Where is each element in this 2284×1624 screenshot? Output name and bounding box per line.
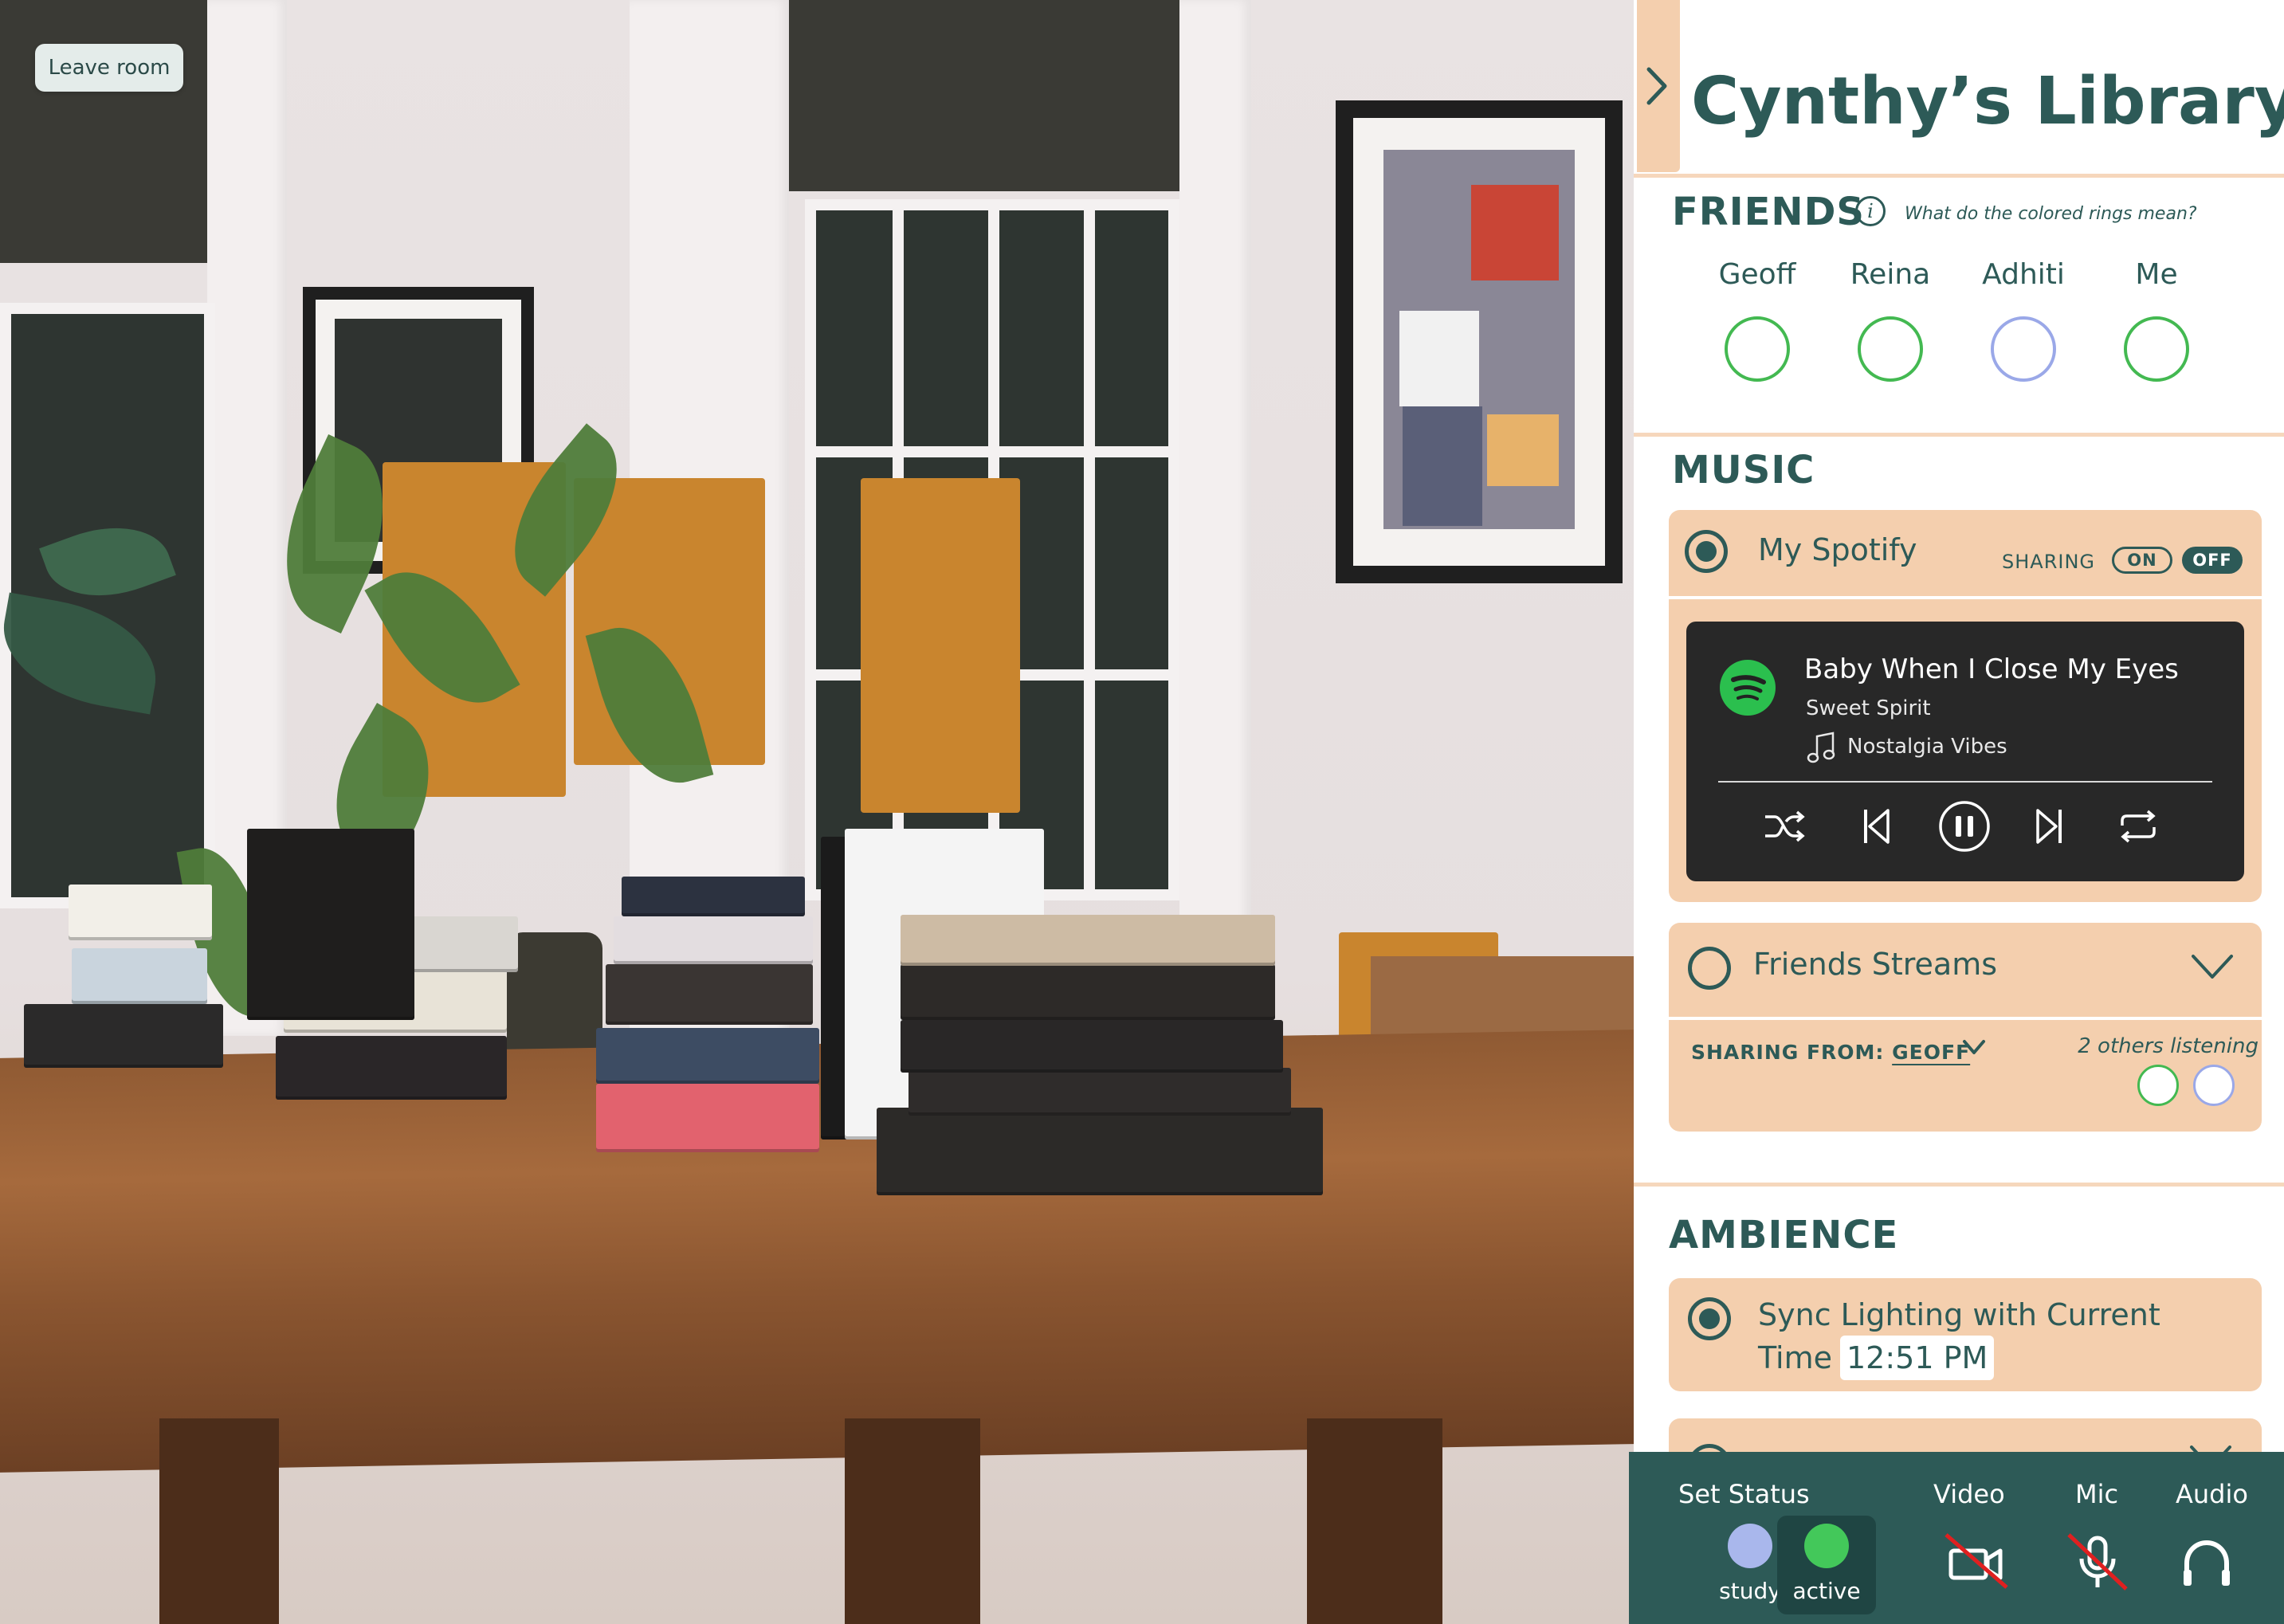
spotify-player: Baby When I Close My Eyes Sweet Spirit N… [1686,622,2244,881]
player-divider [1718,781,2212,783]
status-color-dot [1804,1524,1849,1568]
previous-icon [1864,809,1890,844]
my-spotify-label: My Spotify [1758,532,1917,567]
audio-label: Audio [2176,1479,2248,1509]
sharing-on-button[interactable]: ON [2112,547,2172,574]
sync-lighting-line2: Time [1758,1340,1832,1375]
mic-label: Mic [2075,1479,2119,1509]
repeat-icon [2121,810,2156,843]
sharing-from-dropdown[interactable]: GEOFF [1892,1041,1970,1064]
shuffle-icon [1765,810,1805,842]
leave-room-button[interactable]: Leave room [35,44,183,92]
room-background-photo [0,0,1634,1624]
sync-lighting-radio[interactable] [1688,1297,1731,1340]
status-media-bar: Set Status study active Video Mic Audio [1629,1452,2284,1624]
friends-streams-radio[interactable] [1688,947,1731,990]
sharing-from-label: SHARING FROM: [1691,1041,1885,1064]
current-time: 12:51 PM [1840,1336,1995,1380]
spotify-icon [1720,660,1776,716]
card-divider [1669,1017,2262,1020]
music-note-icon [1807,732,1835,763]
song-title: Baby When I Close My Eyes [1804,653,2179,685]
shuffle-button[interactable] [1756,798,1812,854]
sync-lighting-line1: Sync Lighting with Current [1758,1297,2160,1332]
friend-adhiti[interactable]: Adhiti [1972,258,2075,382]
sharing-from: SHARING FROM: GEOFF [1691,1041,1970,1064]
friend-name: Me [2135,258,2178,291]
friends-streams-label: Friends Streams [1753,947,1998,982]
friend-status-ring [2124,316,2189,382]
video-label: Video [1933,1479,2005,1509]
sharing-label: SHARING [2002,551,2096,573]
status-active-button[interactable]: active [1777,1516,1876,1614]
previous-track-button[interactable] [1849,798,1905,854]
next-icon [2036,809,2062,844]
video-off-icon[interactable] [1943,1532,2011,1589]
sync-lighting-label: Sync Lighting with Current Time 12:51 PM [1758,1294,2160,1380]
chevron-right-icon [1646,67,1667,105]
my-spotify-radio[interactable] [1685,530,1728,573]
pause-button[interactable] [1937,798,1992,854]
friend-geoff[interactable]: Geoff [1705,258,1809,382]
set-status-label: Set Status [1678,1479,1810,1509]
pause-icon [1939,801,1990,852]
section-divider [1634,433,2284,437]
listener-ring [2193,1065,2235,1106]
info-icon[interactable]: i [1855,196,1886,226]
rings-help-link[interactable]: What do the colored rings mean? [1905,204,2197,224]
friends-heading: FRIENDS [1672,190,1865,234]
room-title: Cynthy’s Library [1691,64,2284,139]
music-heading: MUSIC [1672,448,1815,492]
friend-name: Adhiti [1982,258,2065,291]
listener-ring [2137,1065,2179,1106]
chevron-down-icon[interactable] [1962,1039,1986,1057]
section-divider [1634,174,2284,178]
headphones-icon[interactable] [2180,1536,2233,1589]
card-divider [1669,596,2262,599]
section-divider [1634,1183,2284,1187]
others-listening: 2 others listening [2078,1034,2258,1058]
sync-lighting-line2-row: Time 12:51 PM [1758,1336,2160,1380]
playlist-name: Nostalgia Vibes [1847,735,2007,759]
artist-name: Sweet Spirit [1806,696,1931,720]
friend-me[interactable]: Me [2105,258,2208,382]
chevron-down-icon[interactable] [2190,953,2235,980]
friend-status-ring [1858,316,1923,382]
collapse-sidebar-button[interactable] [1637,0,1680,172]
next-track-button[interactable] [2021,798,2077,854]
status-color-dot [1728,1524,1772,1568]
friend-name: Reina [1850,258,1931,291]
friends-streams-card: Friends Streams SHARING FROM: GEOFF 2 ot… [1669,923,2262,1132]
sharing-off-button[interactable]: OFF [2182,547,2243,574]
room-sidebar: Cynthy’s Library FRIENDS i What do the c… [1634,0,2284,1624]
mic-off-icon[interactable] [2064,1532,2131,1592]
ambience-heading: AMBIENCE [1669,1213,1899,1257]
friend-name: Geoff [1718,258,1796,291]
friend-reina[interactable]: Reina [1839,258,1942,382]
friend-status-ring [1991,316,2056,382]
friend-status-ring [1725,316,1790,382]
status-label: active [1792,1578,1861,1604]
sync-lighting-card: Sync Lighting with Current Time 12:51 PM [1669,1278,2262,1391]
repeat-button[interactable] [2110,798,2166,854]
